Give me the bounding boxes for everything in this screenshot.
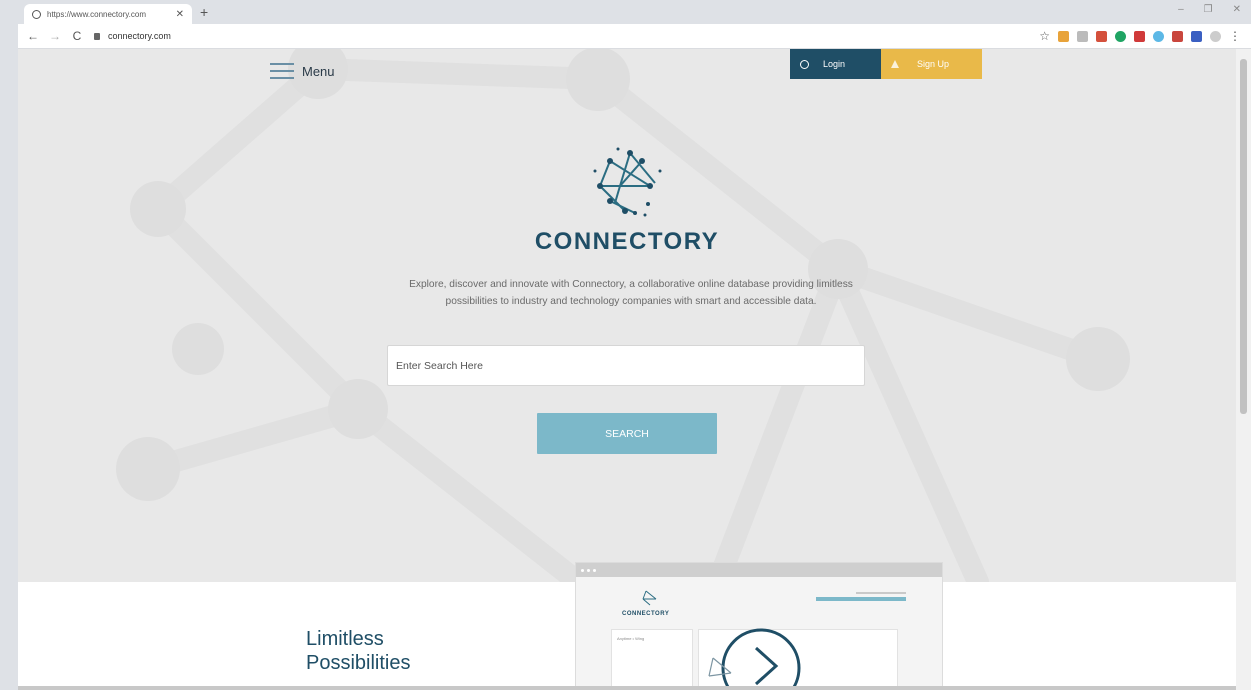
user-circle-icon bbox=[800, 59, 809, 69]
heading-line: Limitless bbox=[306, 628, 384, 650]
connectory-logo-icon bbox=[593, 147, 662, 217]
menu-button[interactable]: Menu bbox=[270, 63, 335, 79]
mockup-panel: Anytime • Wing bbox=[611, 629, 693, 689]
browser-tab[interactable]: https://www.connectory.com ✕ bbox=[24, 4, 192, 24]
hamburger-icon bbox=[270, 63, 294, 79]
login-button[interactable]: Login bbox=[790, 49, 881, 79]
back-icon[interactable]: ← bbox=[24, 29, 42, 43]
vertical-scrollbar[interactable] bbox=[1236, 49, 1251, 690]
login-label: Login bbox=[823, 59, 846, 69]
extension-icon[interactable] bbox=[1096, 30, 1107, 42]
product-mockup-image: CONNECTORY Anytime • Wing bbox=[575, 562, 943, 690]
mockup-accent-line bbox=[816, 597, 906, 601]
mockup-logo-icon bbox=[642, 590, 657, 606]
heading-line: Possibilities bbox=[306, 652, 411, 674]
browser-window: https://www.connectory.com ✕ + – ❐ ✕ ← →… bbox=[18, 0, 1251, 690]
window-controls: – ❐ ✕ bbox=[1178, 4, 1241, 15]
restore-icon[interactable]: ❐ bbox=[1204, 4, 1213, 15]
tab-strip: https://www.connectory.com ✕ + – ❐ ✕ bbox=[18, 0, 1251, 24]
address-text: connectory.com bbox=[108, 31, 171, 41]
mockup-arrow-graphic bbox=[708, 628, 801, 689]
extension-icon[interactable] bbox=[1153, 30, 1164, 42]
bookmark-star-icon[interactable]: ☆ bbox=[1039, 29, 1050, 43]
search-input[interactable] bbox=[387, 345, 865, 386]
tab-title: https://www.connectory.com bbox=[47, 9, 146, 19]
hero-section: Menu Login Sign Up CONNECTORY Explore, d… bbox=[18, 49, 1236, 582]
globe-icon bbox=[32, 9, 41, 19]
forward-icon[interactable]: → bbox=[46, 29, 64, 43]
extension-icon[interactable] bbox=[1134, 30, 1145, 42]
extensions-bar: ☆ ⋮ bbox=[1039, 29, 1241, 43]
section-heading: Limitless Possibilities bbox=[306, 627, 410, 675]
signup-button[interactable]: Sign Up bbox=[881, 49, 982, 79]
extension-icon[interactable] bbox=[1077, 30, 1088, 42]
extension-icon[interactable] bbox=[1191, 30, 1202, 42]
search-button[interactable]: SEARCH bbox=[537, 413, 717, 454]
mockup-window-bar bbox=[576, 563, 942, 577]
horizontal-scrollbar[interactable] bbox=[18, 686, 1236, 690]
menu-label: Menu bbox=[302, 63, 335, 79]
signup-label: Sign Up bbox=[917, 59, 950, 69]
extension-icon[interactable] bbox=[1058, 30, 1069, 42]
mockup-line bbox=[856, 592, 906, 594]
minimize-icon[interactable]: – bbox=[1178, 4, 1184, 15]
hero-tagline: Explore, discover and innovate with Conn… bbox=[409, 279, 853, 307]
web-page: Menu Login Sign Up CONNECTORY Explore, d… bbox=[18, 49, 1236, 690]
more-menu-icon[interactable]: ⋮ bbox=[1229, 29, 1241, 43]
extension-icon[interactable] bbox=[1172, 30, 1183, 42]
lock-icon bbox=[94, 32, 100, 40]
profile-avatar-icon[interactable] bbox=[1210, 30, 1221, 42]
background-network-graphic bbox=[116, 49, 1130, 582]
extension-icon[interactable] bbox=[1115, 30, 1126, 42]
signup-icon bbox=[891, 60, 899, 68]
close-window-icon[interactable]: ✕ bbox=[1233, 4, 1241, 15]
browser-toolbar: ← → C connectory.com ☆ ⋮ bbox=[18, 24, 1251, 49]
mockup-brand: CONNECTORY bbox=[622, 611, 670, 617]
address-bar[interactable]: connectory.com bbox=[94, 31, 171, 41]
close-tab-icon[interactable]: ✕ bbox=[176, 9, 184, 20]
mockup-panel-text: Anytime • Wing bbox=[617, 636, 645, 641]
new-tab-icon[interactable]: + bbox=[200, 4, 208, 20]
reload-icon[interactable]: C bbox=[68, 29, 86, 43]
scrollbar-thumb[interactable] bbox=[1240, 59, 1247, 414]
brand-title: CONNECTORY bbox=[534, 228, 720, 255]
